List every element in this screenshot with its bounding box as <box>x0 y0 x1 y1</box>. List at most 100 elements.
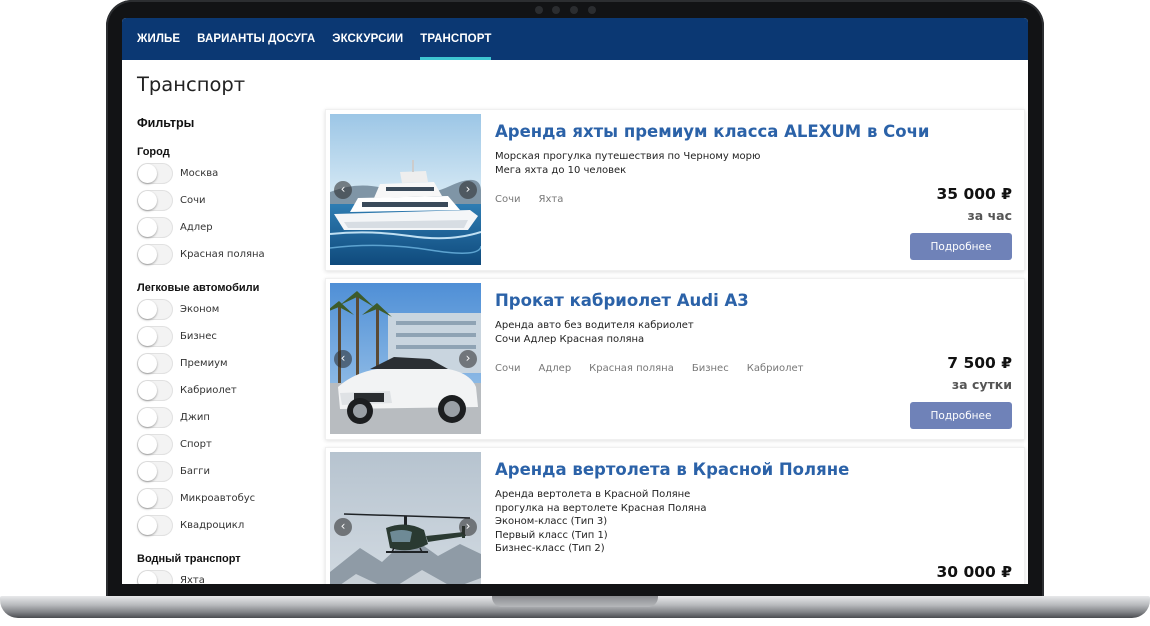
toggle-switch[interactable] <box>137 326 173 347</box>
filter-group-title: Легковые автомобили <box>137 282 260 294</box>
tag: Красная поляна <box>589 363 674 374</box>
listing-description: Аренда вертолета в Красной Поляне прогул… <box>495 488 706 556</box>
filter-toggle-cabriolet[interactable]: Кабриолет <box>137 377 317 404</box>
description-line: Первый класс (Тип 1) <box>495 529 608 541</box>
filters-title: Фильтры <box>137 116 195 130</box>
tag: Бизнес <box>691 363 729 374</box>
toggle-switch[interactable] <box>137 434 173 455</box>
toggle-switch[interactable] <box>137 515 173 536</box>
listing-card: ‹ › Прокат кабриолет Audi A3 Аренда авто… <box>325 278 1025 440</box>
listing-description: Аренда авто без водителя кабриолет Сочи … <box>495 319 694 346</box>
description-line: Мега яхта до 10 человек <box>495 164 627 176</box>
filter-toggle-business[interactable]: Бизнес <box>137 323 317 350</box>
toggle-switch[interactable] <box>137 461 173 482</box>
tag: Яхта <box>538 194 564 205</box>
filter-label: Сочи <box>180 195 206 206</box>
filter-label: Джип <box>180 412 210 423</box>
toggle-switch[interactable] <box>137 190 173 211</box>
toggle-switch[interactable] <box>137 163 173 184</box>
camera-dot <box>570 6 578 14</box>
tag: Сочи <box>495 363 521 374</box>
camera-dot <box>588 6 596 14</box>
tag: Адлер <box>538 363 572 374</box>
screen: ЖИЛЬЕ ВАРИАНТЫ ДОСУГА ЭКСКУРСИИ ТРАНСПОР… <box>122 18 1028 584</box>
tag: Кабриолет <box>746 363 804 374</box>
nav-item-transport[interactable]: ТРАНСПОРТ <box>420 18 492 60</box>
listing-description: Морская прогулка путешествия по Черному … <box>495 150 760 177</box>
filter-toggle-economy[interactable]: Эконом <box>137 296 317 323</box>
listing-card: ‹ › Аренда вертолета в Красной Поляне Ар… <box>325 447 1025 584</box>
filter-toggle-buggy[interactable]: Багги <box>137 458 317 485</box>
filters-panel: Фильтры Город Москва Сочи Адлер Красная … <box>137 116 317 584</box>
camera-dot <box>552 6 560 14</box>
listing-title-link[interactable]: Аренда вертолета в Красной Поляне <box>495 460 849 479</box>
listing-price: 35 000 ₽ <box>936 185 1012 203</box>
listing-photo-car[interactable]: ‹ › <box>330 283 481 434</box>
filter-label: Красная поляна <box>180 249 265 260</box>
filter-label: Багги <box>180 466 210 477</box>
toggle-switch[interactable] <box>137 299 173 320</box>
listing-photo-yacht[interactable]: ‹ › <box>330 114 481 265</box>
filter-label: Яхта <box>180 575 205 584</box>
nav-item-housing[interactable]: ЖИЛЬЕ <box>137 18 180 60</box>
filter-group-title: Город <box>137 146 170 158</box>
toggle-switch[interactable] <box>137 570 173 584</box>
listing-tags: Сочи Яхта <box>495 194 581 205</box>
description-line: Сочи Адлер Красная поляна <box>495 333 645 345</box>
listing-price-period: за сутки <box>951 377 1012 392</box>
description-line: Аренда авто без водителя кабриолет <box>495 320 694 331</box>
filter-label: Микроавтобус <box>180 493 256 504</box>
filter-toggle-moscow[interactable]: Москва <box>137 160 317 187</box>
toggle-switch[interactable] <box>137 488 173 509</box>
listing-photo-helicopter[interactable]: ‹ › <box>330 452 481 584</box>
description-line: Морская прогулка путешествия по Черному … <box>495 151 761 162</box>
filter-toggle-sport[interactable]: Спорт <box>137 431 317 458</box>
filter-group-title: Водный транспорт <box>137 553 241 565</box>
description-line: Эконом-класс (Тип 3) <box>495 516 608 527</box>
filter-toggle-premium[interactable]: Премиум <box>137 350 317 377</box>
listing-card: ‹ › Аренда яхты премиум класса ALEXUM в … <box>325 109 1025 271</box>
camera-dot <box>535 6 543 14</box>
filter-label: Эконом <box>180 304 220 315</box>
filter-toggle-quad[interactable]: Квадроцикл <box>137 512 317 539</box>
filter-toggle-jeep[interactable]: Джип <box>137 404 317 431</box>
details-button[interactable]: Подробнее <box>910 402 1012 429</box>
listing-title-link[interactable]: Аренда яхты премиум класса ALEXUM в Сочи <box>495 122 930 141</box>
chevron-right-icon[interactable]: › <box>459 349 477 368</box>
laptop-notch <box>492 596 658 607</box>
description-line: прогулка на вертолете Красная Поляна <box>495 502 707 514</box>
page-title: Транспорт <box>137 73 246 96</box>
chevron-left-icon[interactable]: ‹ <box>334 518 352 536</box>
filter-toggle-adler[interactable]: Адлер <box>137 214 317 241</box>
toggle-switch[interactable] <box>137 217 173 238</box>
filter-label: Премиум <box>180 358 228 369</box>
filter-label: Спорт <box>180 439 212 450</box>
chevron-right-icon[interactable]: › <box>459 180 477 199</box>
listing-price: 7 500 ₽ <box>947 354 1012 372</box>
description-line: Бизнес-класс (Тип 2) <box>495 543 605 554</box>
listing-title-link[interactable]: Прокат кабриолет Audi A3 <box>495 291 749 310</box>
filter-toggle-minibus[interactable]: Микроавтобус <box>137 485 317 512</box>
listing-price-period: за час <box>967 208 1012 223</box>
filter-label: Москва <box>180 168 219 179</box>
filter-toggle-krasnaya-polyana[interactable]: Красная поляна <box>137 241 317 268</box>
filter-label: Кабриолет <box>180 385 237 396</box>
toggle-switch[interactable] <box>137 353 173 374</box>
chevron-left-icon[interactable]: ‹ <box>334 349 352 368</box>
filter-toggle-yacht[interactable]: Яхта <box>137 567 317 584</box>
toggle-switch[interactable] <box>137 407 173 428</box>
toggle-switch[interactable] <box>137 244 173 265</box>
tag: Сочи <box>495 194 521 205</box>
listings: ‹ › Аренда яхты премиум класса ALEXUM в … <box>325 109 1025 584</box>
description-line: Аренда вертолета в Красной Поляне <box>495 489 691 500</box>
filter-label: Квадроцикл <box>180 520 245 531</box>
nav-item-leisure[interactable]: ВАРИАНТЫ ДОСУГА <box>197 18 315 60</box>
nav-item-excursions[interactable]: ЭКСКУРСИИ <box>332 18 403 60</box>
chevron-right-icon[interactable]: › <box>459 518 477 536</box>
filter-toggle-sochi[interactable]: Сочи <box>137 187 317 214</box>
filter-label: Адлер <box>180 222 213 233</box>
chevron-left-icon[interactable]: ‹ <box>334 180 352 199</box>
details-button[interactable]: Подробнее <box>910 233 1012 260</box>
toggle-switch[interactable] <box>137 380 173 401</box>
top-navigation: ЖИЛЬЕ ВАРИАНТЫ ДОСУГА ЭКСКУРСИИ ТРАНСПОР… <box>122 18 1028 60</box>
